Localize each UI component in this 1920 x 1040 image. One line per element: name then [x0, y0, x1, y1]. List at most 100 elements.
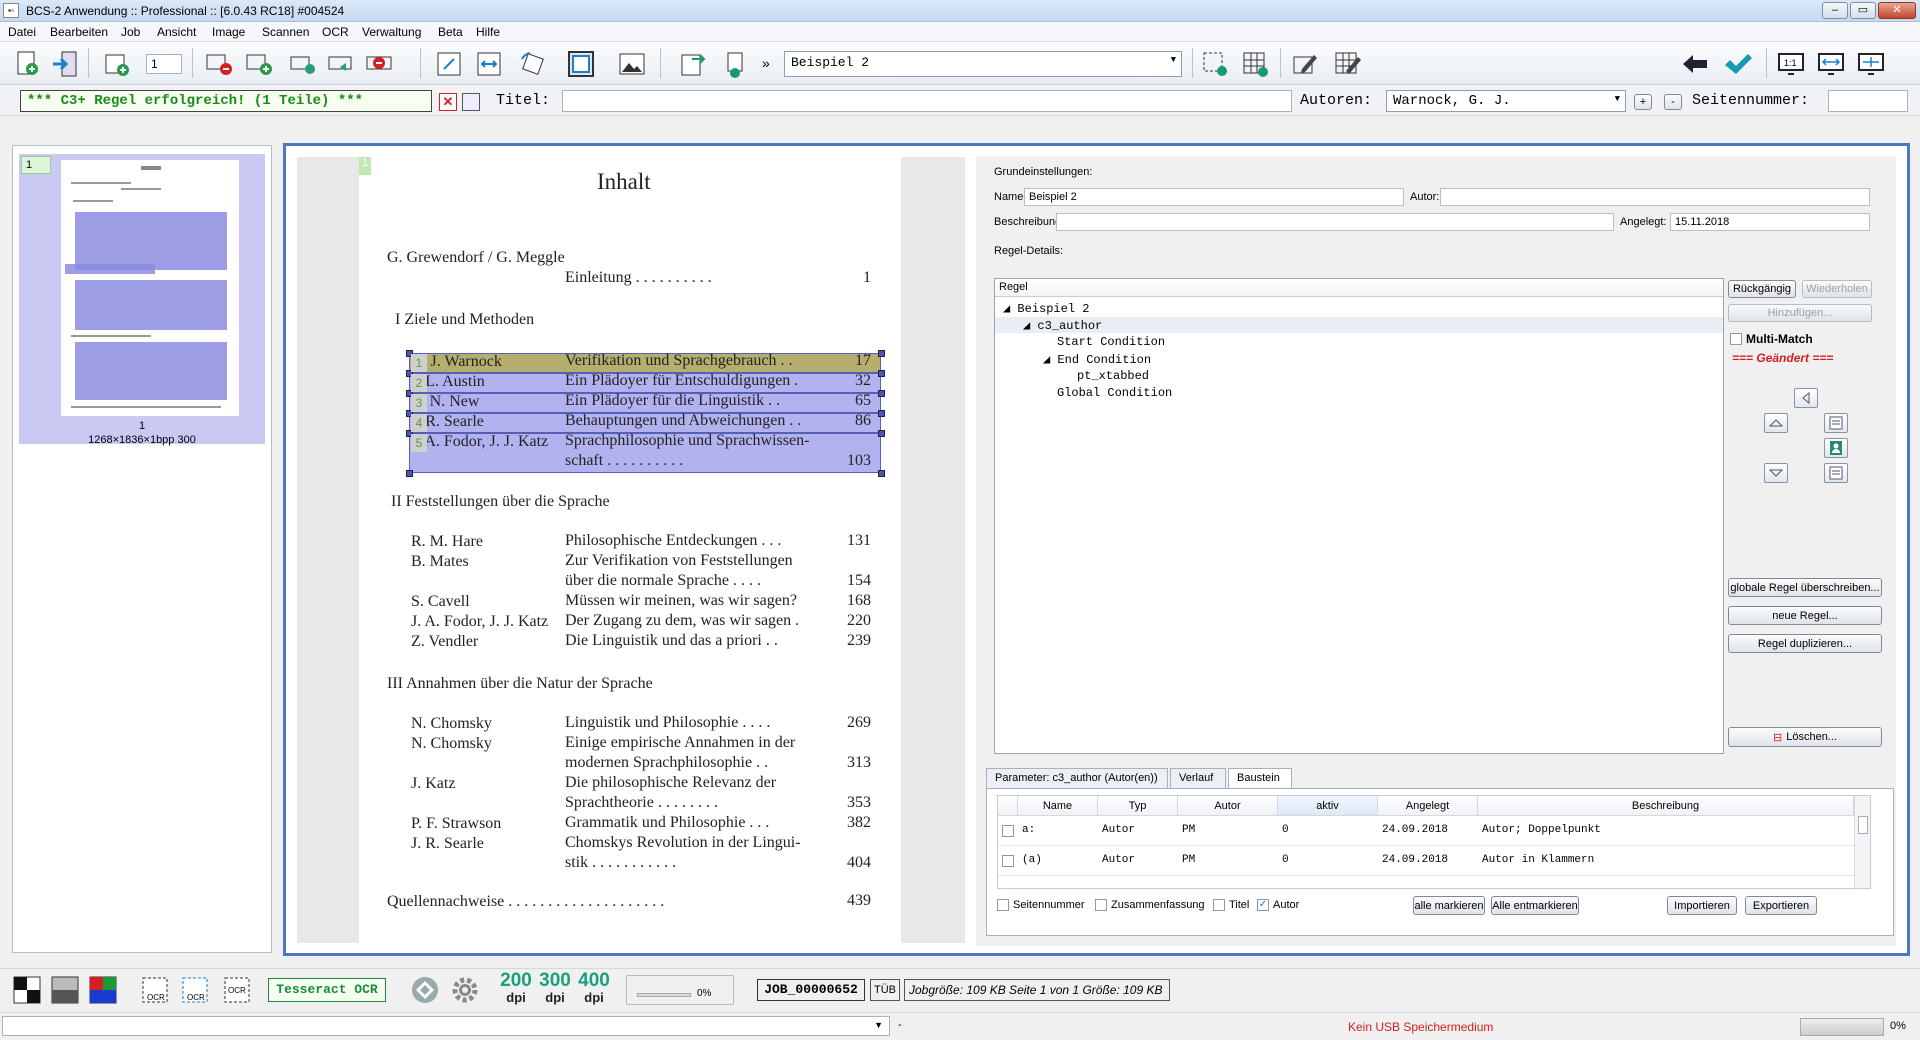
page-tool-icon[interactable]: [718, 47, 752, 80]
zoom-1to1-icon[interactable]: 1:1: [1774, 47, 1808, 80]
table-header[interactable]: Autor: [1178, 796, 1278, 816]
image-icon[interactable]: [615, 47, 649, 80]
back-arrow-icon[interactable]: [1678, 47, 1712, 80]
tree-item-global[interactable]: Global Condition: [1057, 386, 1172, 400]
zone-delete-icon[interactable]: [362, 47, 396, 80]
crop-icon[interactable]: [432, 47, 466, 80]
row-checkbox[interactable]: [1002, 825, 1014, 837]
delete-button[interactable]: ⊟ Löschen...: [1728, 727, 1882, 747]
move-up-icon[interactable]: [1764, 413, 1788, 433]
table-row[interactable]: a: Autor PM 0 24.09.2018 Autor; Doppelpu…: [998, 816, 1854, 846]
menu-hilfe[interactable]: Hilfe: [476, 25, 500, 39]
menu-ansicht[interactable]: Ansicht: [157, 25, 196, 39]
move-down-icon[interactable]: [1764, 463, 1788, 483]
table-header[interactable]: Beschreibung: [1478, 796, 1854, 816]
zone-right-icon[interactable]: [286, 47, 320, 80]
page-add-icon[interactable]: [100, 47, 134, 80]
menu-bearbeiten[interactable]: Bearbeiten: [50, 25, 108, 39]
scrollbar-thumb[interactable]: [1858, 816, 1868, 834]
page-counter-input[interactable]: 1: [146, 54, 182, 74]
clear-icon[interactable]: ✕: [439, 93, 457, 111]
person-icon[interactable]: [1824, 438, 1848, 458]
menu-beta[interactable]: Beta: [438, 25, 463, 39]
bw-mode-icon[interactable]: [12, 975, 42, 1005]
menu-job[interactable]: Job: [121, 25, 140, 39]
filter-seitennummer-checkbox[interactable]: [997, 899, 1009, 911]
baustein-table[interactable]: Name Typ Autor aktiv Angelegt Beschreibu…: [997, 795, 1871, 889]
remove-zone-icon[interactable]: [202, 47, 236, 80]
new-rule-button[interactable]: neue Regel...: [1728, 606, 1882, 625]
seitennummer-input[interactable]: [1828, 90, 1908, 112]
tree-item-profile[interactable]: ◢ Beispiel 2: [1003, 301, 1089, 316]
table-header[interactable]: Name: [1018, 796, 1098, 816]
name-input[interactable]: Beispiel 2: [1024, 188, 1404, 206]
ocr-page-icon[interactable]: OCR: [180, 975, 210, 1005]
close-button[interactable]: ✕: [1878, 2, 1916, 19]
mark-all-button[interactable]: alle markieren: [1413, 896, 1485, 915]
menu-image[interactable]: Image: [212, 25, 245, 39]
thumbnail-item[interactable]: 1 1 1268×1836×1bpp 300: [19, 154, 265, 446]
table-header[interactable]: Angelegt: [1378, 796, 1478, 816]
export-button[interactable]: Exportieren: [1745, 896, 1817, 915]
ocr-zone-icon[interactable]: OCR: [140, 975, 170, 1005]
fit-width-icon[interactable]: [1814, 47, 1848, 80]
ocr-engine-label[interactable]: Tesseract OCR: [268, 978, 386, 1002]
redo-button[interactable]: Wiederholen: [1802, 280, 1872, 298]
fit-page-icon[interactable]: [1854, 47, 1888, 80]
edit-grid-icon[interactable]: [1330, 47, 1364, 80]
row-checkbox[interactable]: [1002, 855, 1014, 867]
tree-item-rule[interactable]: ◢ c3_author: [1023, 318, 1102, 333]
edit-pen-icon[interactable]: [1288, 47, 1322, 80]
menu-scannen[interactable]: Scannen: [262, 25, 309, 39]
undo-button[interactable]: Rückgängig: [1728, 280, 1796, 298]
autoren-select[interactable]: Warnock, G. J. ▼: [1386, 90, 1626, 112]
duplicate-rule-button[interactable]: Regel duplizieren...: [1728, 634, 1882, 653]
menu-verwaltung[interactable]: Verwaltung: [362, 25, 421, 39]
document-view[interactable]: 1 Inhalt G. Grewendorf / G. Meggle Einle…: [297, 157, 965, 943]
nav-diamond-icon[interactable]: [410, 975, 440, 1005]
split-icon[interactable]: [472, 47, 506, 80]
resize-handle[interactable]: [878, 470, 885, 477]
table-header[interactable]: aktiv: [1278, 796, 1378, 816]
tab-baustein[interactable]: Baustein: [1228, 768, 1292, 789]
resize-handle[interactable]: [878, 430, 885, 437]
minimize-button[interactable]: –: [1822, 2, 1848, 19]
angelegt-input[interactable]: 15.11.2018: [1670, 213, 1870, 231]
import-icon[interactable]: [48, 47, 82, 80]
save-icon[interactable]: [462, 93, 480, 111]
dpi-200-button[interactable]: 200 dpi: [498, 971, 534, 1008]
table-header[interactable]: Typ: [1098, 796, 1178, 816]
list-icon[interactable]: [1824, 413, 1848, 433]
tree-item-param[interactable]: pt_xtabbed: [1077, 369, 1149, 383]
border-icon[interactable]: [564, 47, 598, 80]
confirm-check-icon[interactable]: [1720, 47, 1754, 80]
toolbar-overflow[interactable]: »: [762, 55, 770, 71]
dpi-400-button[interactable]: 400 dpi: [576, 971, 612, 1008]
add-button[interactable]: Hinzufügen...: [1728, 304, 1872, 322]
filter-titel-checkbox[interactable]: [1213, 899, 1225, 911]
grid-region-icon[interactable]: [1238, 47, 1272, 80]
tree-item-end[interactable]: ◢ End Condition: [1043, 352, 1151, 367]
zone-left-icon[interactable]: [324, 47, 358, 80]
tree-item-start[interactable]: Start Condition: [1057, 335, 1165, 349]
resize-handle[interactable]: [878, 370, 885, 377]
move-left-icon[interactable]: [1794, 388, 1818, 408]
remove-author-button[interactable]: -: [1664, 94, 1682, 110]
rotate-icon[interactable]: [516, 47, 550, 80]
document-page[interactable]: 1 Inhalt G. Grewendorf / G. Meggle Einle…: [359, 157, 901, 943]
maximize-button[interactable]: ▭: [1850, 2, 1876, 19]
unmark-all-button[interactable]: Alle entmarkieren: [1491, 896, 1579, 915]
tab-verlauf[interactable]: Verlauf: [1170, 768, 1226, 788]
ocr-all-icon[interactable]: OCR: [222, 975, 252, 1005]
tab-parameter[interactable]: Parameter: c3_author (Autor(en)): [986, 768, 1168, 788]
color-mode-icon[interactable]: [88, 975, 118, 1005]
resize-handle[interactable]: [878, 410, 885, 417]
autor-input[interactable]: [1440, 188, 1870, 206]
list-icon[interactable]: [1824, 463, 1848, 483]
filter-autor-checkbox[interactable]: ✓: [1257, 899, 1269, 911]
table-scrollbar[interactable]: [1854, 796, 1870, 888]
titel-input[interactable]: [562, 90, 1292, 112]
filter-zusammenfassung-checkbox[interactable]: [1095, 899, 1107, 911]
settings-gear-icon[interactable]: [450, 975, 480, 1005]
resize-handle[interactable]: [878, 390, 885, 397]
